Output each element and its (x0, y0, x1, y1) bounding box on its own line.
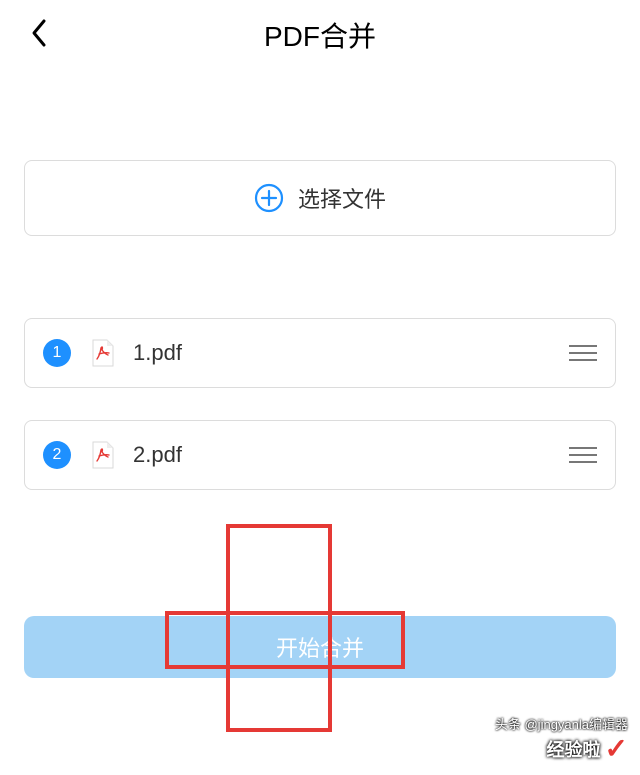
file-name: 1.pdf (133, 340, 569, 366)
page-title: PDF合并 (20, 15, 620, 55)
pdf-icon (91, 441, 115, 469)
select-file-label: 选择文件 (298, 182, 386, 214)
list-item[interactable]: 1 1.pdf (24, 318, 616, 388)
watermark-small-text: 头条 @jingyanla编辑器 (495, 714, 628, 733)
header: PDF合并 (0, 0, 640, 70)
select-file-button[interactable]: 选择文件 (24, 160, 616, 236)
item-number-badge: 1 (43, 339, 71, 367)
back-icon[interactable] (30, 18, 48, 53)
list-item[interactable]: 2 2.pdf (24, 420, 616, 490)
file-list: 1 1.pdf 2 (24, 318, 616, 490)
watermark: 经验啦 ✓ (547, 732, 628, 765)
drag-handle-icon[interactable] (569, 343, 597, 363)
plus-circle-icon (254, 183, 284, 213)
pdf-icon (91, 339, 115, 367)
drag-handle-icon[interactable] (569, 445, 597, 465)
start-merge-button[interactable]: 开始合并 (24, 616, 616, 678)
file-name: 2.pdf (133, 442, 569, 468)
check-icon: ✓ (605, 732, 628, 765)
item-number-badge: 2 (43, 441, 71, 469)
start-merge-label: 开始合并 (276, 631, 364, 663)
content: 选择文件 1 1.pdf 2 (0, 160, 640, 490)
watermark-text: 经验啦 (547, 736, 601, 762)
